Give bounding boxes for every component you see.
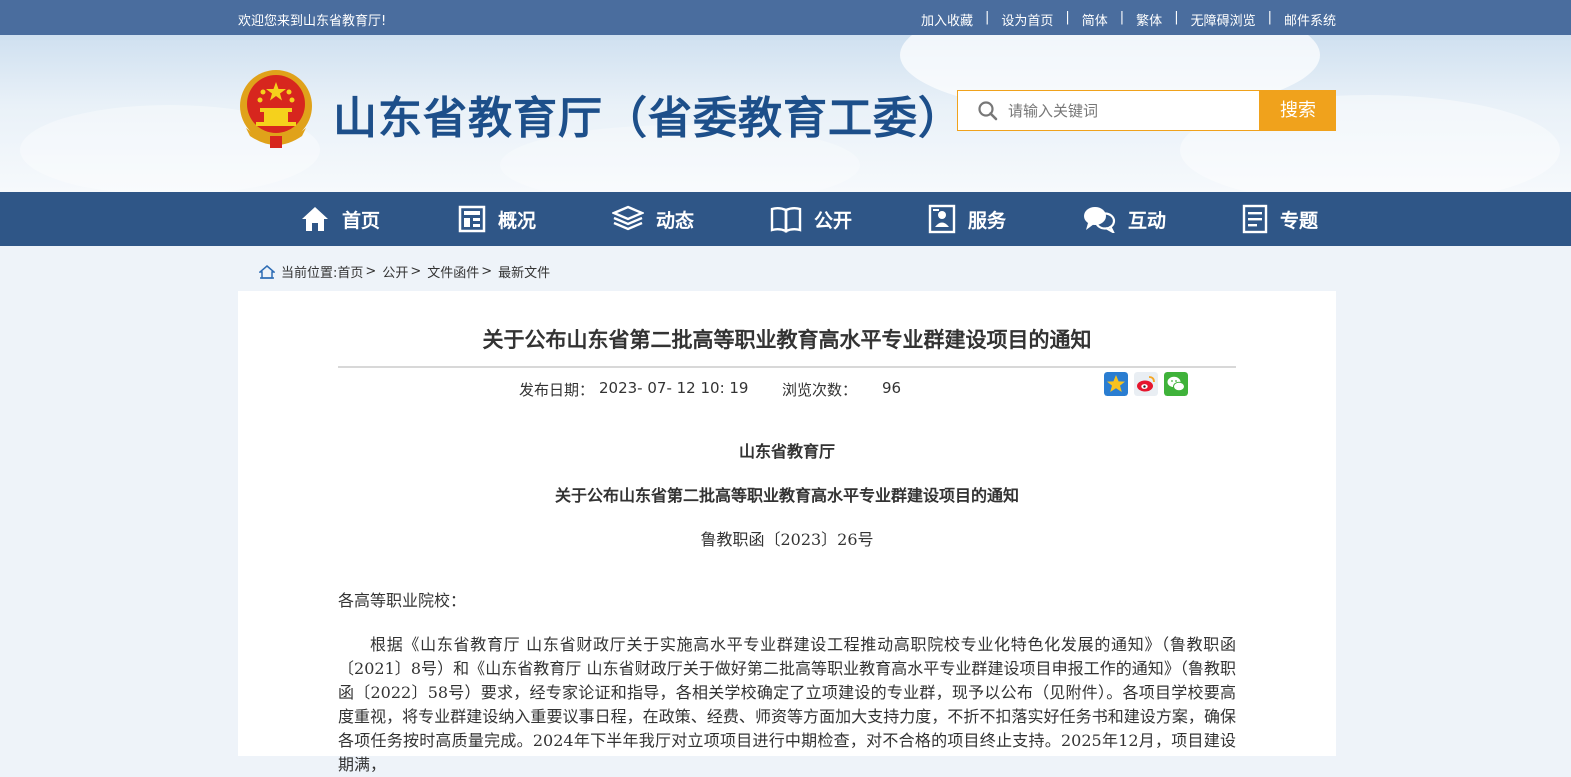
body-paragraph: 根据《山东省教育厅 山东省财政厅关于实施高水平专业群建设工程推动高职院校专业化特… <box>338 635 1236 774</box>
article-panel: 关于公布山东省第二批高等职业教育高水平专业群建设项目的通知 发布日期： 2023… <box>238 291 1336 774</box>
layers-icon <box>612 205 644 231</box>
nav-item-label: 互动 <box>1128 209 1167 232</box>
breadcrumb-home[interactable]: 首页 <box>337 262 363 281</box>
nav-item-label: 公开 <box>814 209 853 232</box>
separator: | <box>1174 10 1179 25</box>
document-number: 鲁教职函〔2023〕26号 <box>700 530 874 549</box>
set-homepage-link[interactable]: 设为首页 <box>1001 10 1053 29</box>
publish-date-label: 发布日期： <box>519 381 595 399</box>
breadcrumb: 当前位置: 首页 > 公开 > 文件函件 > 最新文件 <box>259 262 550 281</box>
chat-icon <box>1084 207 1116 233</box>
search-button[interactable]: 搜索 <box>1260 90 1336 131</box>
book-icon <box>770 207 802 233</box>
view-count-value: 96 <box>882 379 902 397</box>
overview-icon <box>458 205 486 233</box>
nav-item-label: 首页 <box>342 209 381 232</box>
title-divider <box>338 366 1236 368</box>
share-wechat-icon[interactable] <box>1164 372 1188 396</box>
nav-item-label: 概况 <box>498 209 537 232</box>
separator: | <box>1065 10 1070 25</box>
document-title: 关于公布山东省第二批高等职业教育高水平专业群建设项目的通知 <box>554 486 1019 505</box>
nav-item-label: 专题 <box>1280 209 1319 232</box>
location-home-icon <box>259 264 275 279</box>
mail-system-link[interactable]: 邮件系统 <box>1284 10 1336 29</box>
breadcrumb-prefix: 当前位置: <box>281 266 338 281</box>
article-title: 关于公布山东省第二批高等职业教育高水平专业群建设项目的通知 <box>482 328 1092 352</box>
issuer-name: 山东省教育厅 <box>738 442 835 461</box>
top-links: 加入收藏 | 设为首页 | 简体 | 繁体 | 无障碍浏览 | 邮件系统 <box>921 10 1336 29</box>
accessibility-link[interactable]: 无障碍浏览 <box>1191 10 1256 29</box>
breadcrumb-public[interactable]: 公开 <box>382 262 408 281</box>
nav-item-public[interactable]: 公开 <box>770 192 852 246</box>
search-icon <box>978 101 998 121</box>
breadcrumb-separator: > <box>365 264 377 279</box>
nav-item-overview[interactable]: 概况 <box>458 192 536 246</box>
breadcrumb-separator: > <box>481 264 493 279</box>
nav-item-interaction[interactable]: 互动 <box>1082 192 1166 246</box>
nav-item-home[interactable]: 首页 <box>300 192 380 246</box>
welcome-text: 欢迎您来到山东省教育厅! <box>238 14 387 29</box>
main-nav: 首页 概况 动态 公开 服务 互动 专题 <box>0 192 1571 246</box>
nav-item-topics[interactable]: 专题 <box>1242 192 1318 246</box>
breadcrumb-separator: > <box>410 264 422 279</box>
nav-item-service[interactable]: 服务 <box>928 192 1006 246</box>
breadcrumb-latest-files[interactable]: 最新文件 <box>498 262 550 281</box>
nav-item-news[interactable]: 动态 <box>612 192 694 246</box>
search-box[interactable] <box>957 90 1260 132</box>
publish-date-value: 2023- 07- 12 10: 19 <box>599 379 749 397</box>
view-count-label: 浏览次数： <box>782 381 858 399</box>
top-bar: 欢迎您来到山东省教育厅! 加入收藏 | 设为首页 | 简体 | 繁体 | 无障碍… <box>0 0 1571 35</box>
traditional-chinese-link[interactable]: 繁体 <box>1136 10 1162 29</box>
separator: | <box>984 10 990 25</box>
breadcrumb-documents[interactable]: 文件函件 <box>427 262 479 281</box>
separator: | <box>1119 10 1125 25</box>
document-icon <box>1242 204 1268 234</box>
nav-item-label: 服务 <box>968 209 1007 232</box>
share-qzone-icon[interactable] <box>1104 372 1128 396</box>
salutation: 各高等职业院校： <box>338 591 467 610</box>
home-icon <box>302 207 328 231</box>
nav-item-label: 动态 <box>656 209 695 232</box>
separator: | <box>1267 10 1272 25</box>
search-input[interactable] <box>1006 91 1250 132</box>
service-icon <box>928 204 956 234</box>
simplified-chinese-link[interactable]: 简体 <box>1082 10 1108 29</box>
site-title: 山东省教育厅（省委教育工委） <box>333 93 963 144</box>
national-emblem-icon <box>240 70 312 148</box>
add-favorite-link[interactable]: 加入收藏 <box>921 10 973 29</box>
share-weibo-icon[interactable] <box>1134 372 1158 396</box>
